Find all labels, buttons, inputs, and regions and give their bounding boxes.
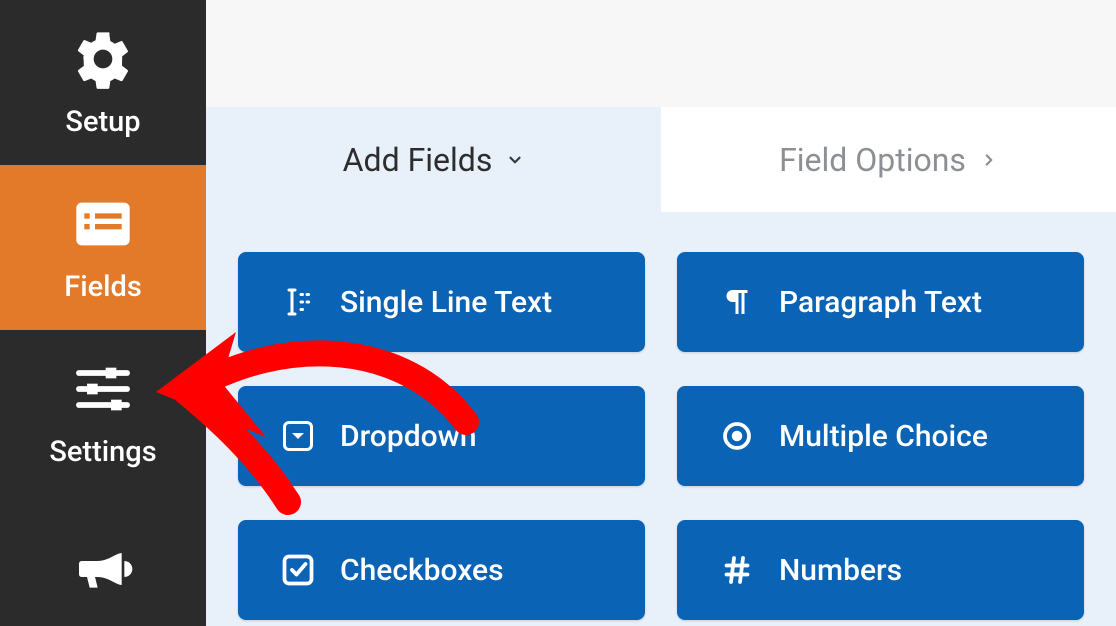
radio-icon bbox=[719, 418, 755, 454]
main-panel: Add Fields Field Options Single Line Tex… bbox=[206, 0, 1116, 626]
field-single-line-text[interactable]: Single Line Text bbox=[238, 252, 645, 352]
sidebar: Setup Fields Settings bbox=[0, 0, 206, 626]
field-label: Dropdown bbox=[340, 419, 477, 454]
sidebar-item-settings[interactable]: Settings bbox=[0, 330, 206, 495]
chevron-right-icon bbox=[980, 151, 998, 169]
pilcrow-icon bbox=[719, 284, 755, 320]
text-cursor-icon bbox=[280, 284, 316, 320]
field-multiple-choice[interactable]: Multiple Choice bbox=[677, 386, 1084, 486]
sidebar-item-label: Fields bbox=[64, 270, 142, 304]
sidebar-item-marketing[interactable] bbox=[0, 495, 206, 626]
field-grid-wrap: Single Line Text Paragraph Text Dropdown… bbox=[206, 212, 1116, 626]
subtabs: Add Fields Field Options bbox=[206, 107, 1116, 212]
sidebar-item-label: Settings bbox=[49, 435, 156, 469]
sidebar-item-setup[interactable]: Setup bbox=[0, 0, 206, 165]
caret-square-down-icon bbox=[280, 418, 316, 454]
list-icon bbox=[69, 192, 137, 256]
checkbox-icon bbox=[280, 552, 316, 588]
hash-icon bbox=[719, 552, 755, 588]
field-numbers[interactable]: Numbers bbox=[677, 520, 1084, 620]
sidebar-item-label: Setup bbox=[65, 105, 140, 139]
tab-add-fields[interactable]: Add Fields bbox=[206, 107, 661, 212]
chevron-down-icon bbox=[506, 151, 524, 169]
field-dropdown[interactable]: Dropdown bbox=[238, 386, 645, 486]
field-checkboxes[interactable]: Checkboxes bbox=[238, 520, 645, 620]
field-label: Single Line Text bbox=[340, 285, 552, 320]
gear-icon bbox=[69, 27, 137, 91]
topbar bbox=[206, 0, 1116, 107]
field-label: Multiple Choice bbox=[779, 419, 988, 454]
tab-label: Add Fields bbox=[343, 141, 493, 179]
field-grid: Single Line Text Paragraph Text Dropdown… bbox=[238, 252, 1084, 620]
megaphone-icon bbox=[69, 537, 137, 601]
sliders-icon bbox=[69, 357, 137, 421]
tab-label: Field Options bbox=[779, 141, 966, 179]
tab-field-options[interactable]: Field Options bbox=[661, 107, 1116, 212]
field-paragraph-text[interactable]: Paragraph Text bbox=[677, 252, 1084, 352]
field-label: Checkboxes bbox=[340, 553, 504, 588]
field-label: Paragraph Text bbox=[779, 285, 982, 320]
field-label: Numbers bbox=[779, 553, 902, 588]
sidebar-item-fields[interactable]: Fields bbox=[0, 165, 206, 330]
